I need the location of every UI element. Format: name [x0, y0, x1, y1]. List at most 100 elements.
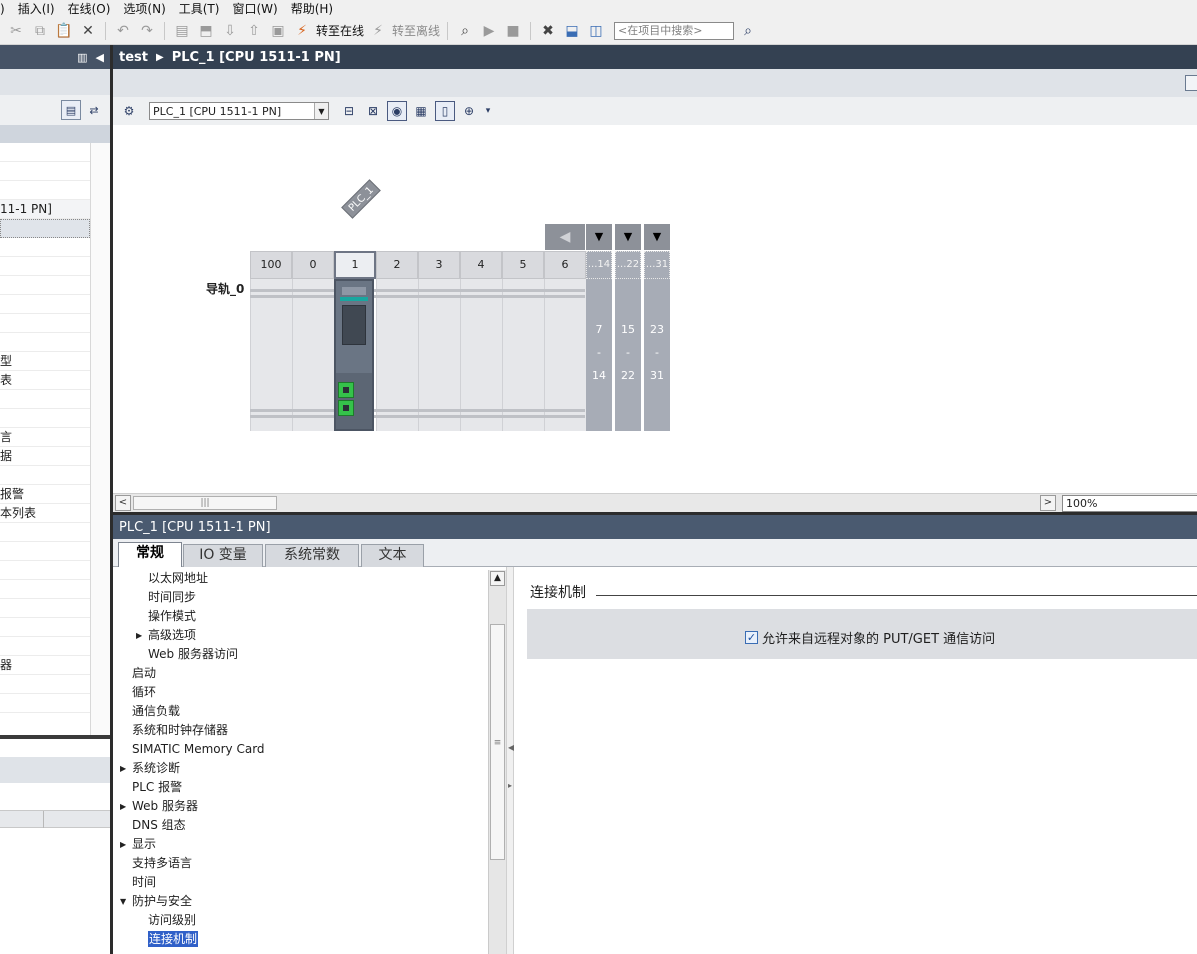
nav-item[interactable]: 以太网地址	[148, 569, 208, 588]
scroll-up-icon[interactable]: ▲	[490, 571, 505, 586]
collapsed-arrow-icon[interactable]: ▶	[136, 626, 142, 645]
nav-item[interactable]: Web 服务器访问	[148, 645, 238, 664]
collapsed-arrow-icon[interactable]: ▶	[120, 835, 126, 854]
ext-slot-group[interactable]: 15 - 22	[615, 279, 641, 431]
tab-general[interactable]: 常规	[118, 542, 182, 568]
device-select[interactable]: PLC_1 [CPU 1511-1 PN] ▼	[149, 102, 329, 120]
nav-item[interactable]: ▶ Web 服务器	[120, 797, 198, 816]
go-online-button[interactable]: 转至在线	[316, 22, 364, 39]
download-icon[interactable]: ⇩	[220, 21, 240, 41]
slot-number-3[interactable]: 2	[376, 251, 418, 279]
expand-slots-icon[interactable]: ▼	[644, 224, 670, 250]
nav-item[interactable]: 系统和时钟存储器	[132, 721, 228, 740]
ext-slot-head[interactable]: ...14	[586, 251, 612, 279]
slot-number-2[interactable]: 1	[334, 251, 376, 279]
tab-io-tags[interactable]: IO 变量	[183, 544, 263, 567]
menu-insert[interactable]: 插入(I)	[12, 0, 62, 17]
split-vertical-icon[interactable]: ◫	[586, 21, 606, 41]
cut-icon[interactable]: ✂	[6, 21, 26, 41]
nav-item[interactable]: PLC 报警	[132, 778, 182, 797]
menu-tools[interactable]: 工具(T)	[173, 0, 227, 17]
project-tree-item[interactable]	[0, 181, 90, 200]
upload-icon[interactable]: ⇧	[244, 21, 264, 41]
go-offline-icon[interactable]: ⚡	[368, 21, 388, 41]
nav-item[interactable]: ▶ 显示	[120, 835, 156, 854]
project-tree-item[interactable]	[0, 143, 90, 162]
table-view-icon[interactable]: ▤	[61, 100, 81, 120]
project-tree-item[interactable]: 言	[0, 428, 90, 447]
project-tree-item[interactable]	[0, 390, 90, 409]
show-layout-icon[interactable]: ◉	[387, 101, 407, 121]
project-tree-item[interactable]: 本列表	[0, 504, 90, 523]
device-properties-icon[interactable]: ⊟	[339, 101, 359, 121]
breadcrumb-device[interactable]: PLC_1 [CPU 1511-1 PN]	[172, 50, 341, 65]
project-search-input[interactable]	[614, 21, 735, 40]
ext-slot-head[interactable]: ...22	[615, 251, 641, 279]
scrollbar-thumb[interactable]: |||	[133, 496, 277, 510]
start-cpu-icon[interactable]: ▶	[479, 21, 499, 41]
project-tree-item[interactable]	[0, 314, 90, 333]
expanded-arrow-icon[interactable]: ▼	[120, 892, 126, 911]
zoom-level-field[interactable]: 100%	[1062, 495, 1197, 512]
ext-slot-group[interactable]: 23 - 31	[644, 279, 670, 431]
put-get-checkbox-row[interactable]: ✓ 允许来自远程对象的 PUT/GET 通信访问	[745, 628, 995, 647]
project-tree-item[interactable]	[0, 675, 90, 694]
project-tree-item[interactable]	[0, 580, 90, 599]
nav-item[interactable]: DNS 组态	[132, 816, 186, 835]
menu-help[interactable]: 帮助(H)	[285, 0, 340, 17]
split-editor-icon[interactable]: ▤	[172, 21, 192, 41]
redo-icon[interactable]: ↷	[137, 21, 157, 41]
project-tree-item[interactable]	[0, 219, 90, 238]
expand-slots-icon[interactable]: ▼	[586, 224, 612, 250]
project-tree-item[interactable]	[0, 238, 90, 257]
nav-item[interactable]: 通信负载	[132, 702, 180, 721]
nav-item[interactable]: ▼ 防护与安全	[120, 892, 192, 911]
project-tree-item[interactable]	[0, 257, 90, 276]
menu-online[interactable]: 在线(O)	[62, 0, 118, 17]
ethernet-port-icon[interactable]	[338, 400, 354, 416]
project-tree-scroll-column[interactable]	[90, 143, 110, 735]
undo-icon[interactable]: ↶	[113, 21, 133, 41]
scrollbar-thumb[interactable]: ≡	[490, 624, 505, 860]
put-get-checkbox[interactable]: ✓	[745, 631, 758, 644]
nav-item[interactable]: 时间同步	[148, 588, 196, 607]
put-get-checkbox-label[interactable]: 允许来自远程对象的 PUT/GET 通信访问	[762, 628, 995, 647]
paste-icon[interactable]: 📋	[54, 21, 74, 41]
project-tree-item[interactable]	[0, 618, 90, 637]
nav-item[interactable]: ▶ 高级选项	[136, 626, 196, 645]
cpu-module[interactable]	[334, 279, 374, 431]
chevron-down-icon[interactable]: ▼	[314, 103, 328, 119]
nav-item[interactable]: 循环	[132, 683, 156, 702]
inspector-splitter[interactable]: ◀ ▸	[506, 567, 514, 954]
collapse-left-icon[interactable]: ◀	[96, 51, 104, 64]
delete-icon[interactable]: ✕	[78, 21, 98, 41]
ethernet-port-icon[interactable]	[338, 382, 354, 398]
device-view-canvas[interactable]: PLC_1 导轨_0 100 0 1 2 3 4 5 6 ◀ ▼ ▼ ▼ ...14 ...2…	[113, 125, 1197, 493]
nav-item[interactable]: 启动	[132, 664, 156, 683]
nav-item[interactable]: ▶ 系统诊断	[120, 759, 180, 778]
tab-system-constants[interactable]: 系统常数	[265, 544, 359, 567]
project-tree-item[interactable]	[0, 333, 90, 352]
project-tree-item[interactable]: 11-1 PN]	[0, 200, 90, 219]
project-tree-item[interactable]	[0, 162, 90, 181]
ext-slot-group[interactable]: 7 - 14	[586, 279, 612, 431]
zoom-dropdown-icon[interactable]: ▾	[483, 101, 493, 121]
collapsed-arrow-icon[interactable]: ▶	[120, 759, 126, 778]
scroll-left-icon[interactable]: <	[115, 495, 131, 511]
slot-number-6[interactable]: 5	[502, 251, 544, 279]
panel-separator[interactable]	[0, 735, 110, 739]
project-tree-item[interactable]	[0, 561, 90, 580]
device-overview-icon[interactable]: ⚙	[119, 101, 139, 121]
project-tree-item[interactable]	[0, 637, 90, 656]
canvas-horizontal-scrollbar[interactable]: < ||| > 100%	[113, 493, 1197, 512]
nav-item[interactable]: 支持多语言	[132, 854, 192, 873]
project-tree-item[interactable]	[0, 599, 90, 618]
grid-icon[interactable]: ▦	[411, 101, 431, 121]
compile-icon[interactable]: ⬒	[196, 21, 216, 41]
show-name-icon[interactable]: ⊠	[363, 101, 383, 121]
scroll-right-icon[interactable]: >	[1040, 495, 1056, 511]
project-tree-item[interactable]	[0, 694, 90, 713]
expand-right-icon[interactable]: ▸	[508, 781, 512, 790]
menu-window[interactable]: 窗口(W)	[226, 0, 284, 17]
project-tree-item[interactable]	[0, 523, 90, 542]
